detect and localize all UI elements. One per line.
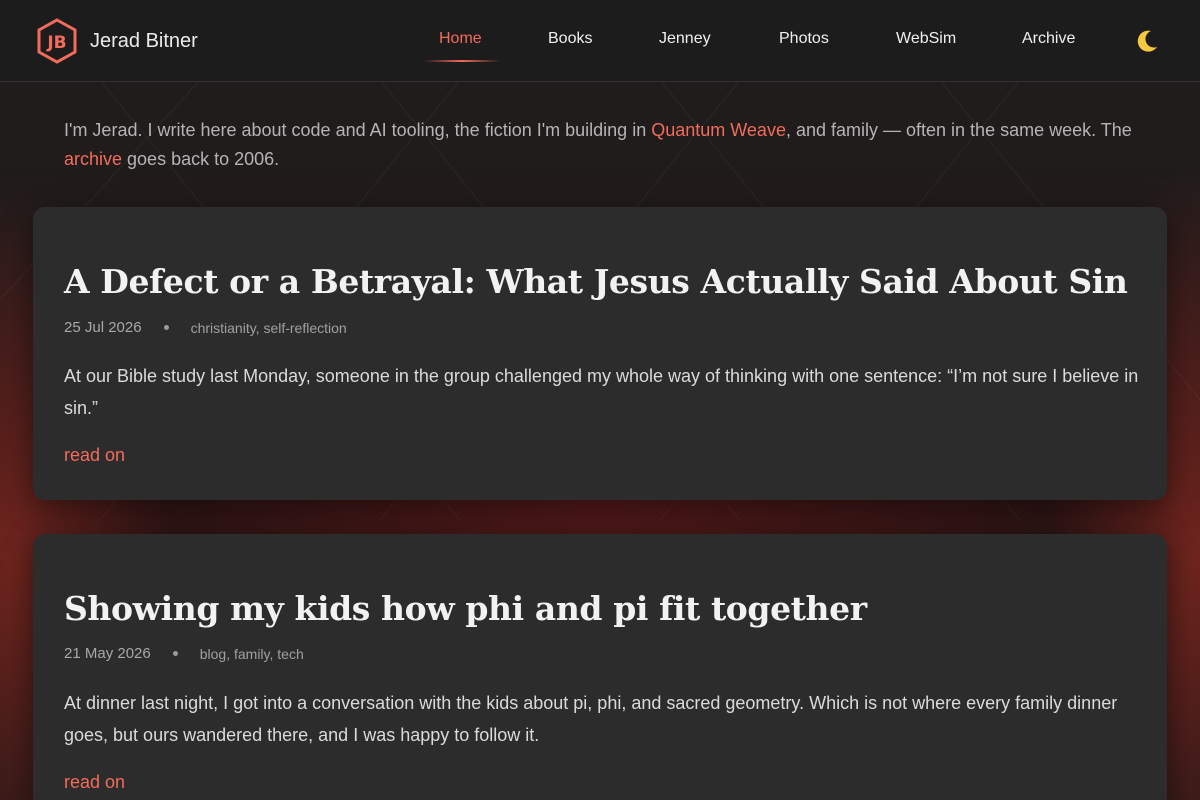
post-title[interactable]: A Defect or a Betrayal: What Jesus Actua… — [64, 262, 1128, 301]
nav-item-books[interactable]: Books — [548, 30, 592, 48]
site-header: JB Jerad Bitner Home Books Jenney Photos… — [0, 0, 1200, 82]
post-excerpt: At dinner last night, I got into a conve… — [64, 693, 1118, 745]
post-tags[interactable]: christianity, self-reflection — [191, 320, 347, 336]
nav-item-archive[interactable]: Archive — [1022, 30, 1075, 48]
post-card: Showing my kids how phi and pi fit toget… — [33, 534, 1167, 800]
meta-separator — [163, 325, 169, 330]
post-meta: 25 Jul 2026 christianity, self-reflectio… — [64, 319, 347, 336]
archive-link[interactable]: archive — [64, 149, 122, 169]
moon-icon[interactable] — [1132, 26, 1162, 56]
post-tags[interactable]: blog, family, tech — [200, 646, 304, 662]
intro-text: I'm Jerad. I write here about code and A… — [64, 120, 1132, 169]
post-meta: 21 May 2026 blog, family, tech — [64, 645, 304, 662]
post-title[interactable]: Showing my kids how phi and pi fit toget… — [64, 589, 867, 628]
post-excerpt: At our Bible study last Monday, someone … — [64, 366, 1139, 418]
nav-item-photos[interactable]: Photos — [779, 30, 829, 48]
post-date: 21 May 2026 — [64, 645, 151, 662]
meta-separator — [172, 651, 178, 656]
active-nav-underline — [424, 60, 500, 62]
read-on-link[interactable]: read on — [64, 445, 125, 466]
read-on-link[interactable]: read on — [64, 772, 125, 793]
nav-item-websim[interactable]: WebSim — [896, 30, 956, 48]
main-nav: Home Books Jenney Photos WebSim Archive — [0, 0, 1200, 82]
post-date: 25 Jul 2026 — [64, 319, 142, 336]
nav-item-jenney[interactable]: Jenney — [659, 30, 711, 48]
nav-item-home[interactable]: Home — [439, 30, 482, 48]
quantum-weave-link[interactable]: Quantum Weave — [651, 120, 786, 140]
post-card: A Defect or a Betrayal: What Jesus Actua… — [33, 207, 1167, 500]
